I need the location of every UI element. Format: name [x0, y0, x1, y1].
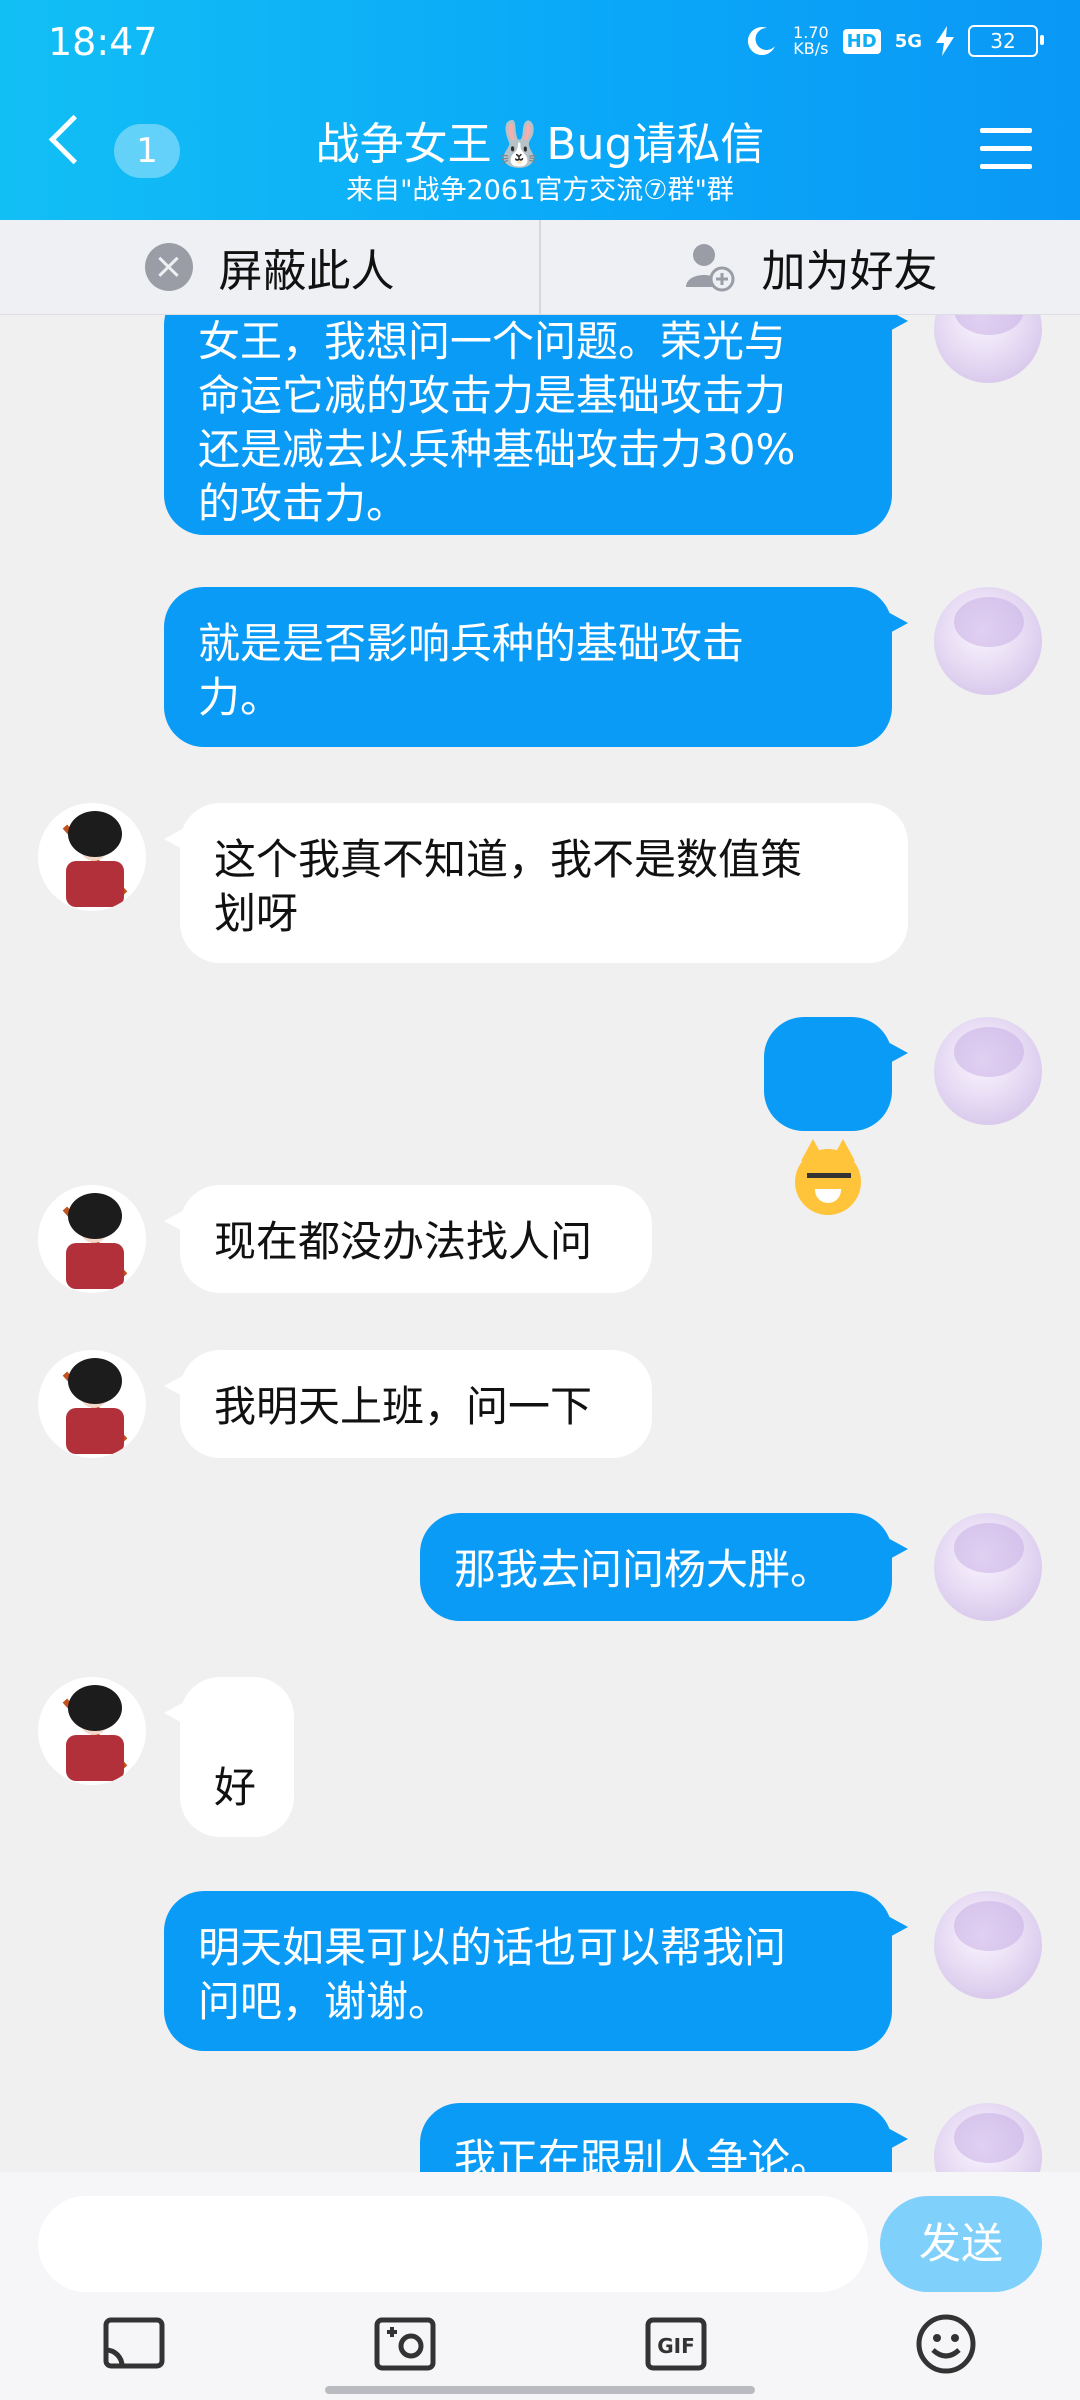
- avatar-me[interactable]: [934, 1513, 1042, 1621]
- photo-icon[interactable]: [373, 2312, 437, 2376]
- status-time: 18:47: [48, 20, 158, 64]
- block-user-label: 屏蔽此人: [218, 246, 395, 297]
- message-bubble-other[interactable]: 我明天上班，问一下: [164, 1350, 652, 1458]
- composer: 发送 GIF: [0, 2172, 1080, 2400]
- message-bubble-me[interactable]: 女王，我想问一个问题。荣光与 命运它减的攻击力是基础攻击力 还是减去以兵种基础攻…: [164, 315, 908, 535]
- avatar-me[interactable]: [934, 315, 1042, 383]
- composer-toolbar: GIF: [0, 2312, 1080, 2382]
- action-bar: 屏蔽此人 加为好友: [0, 220, 1080, 315]
- chat-title: 战争女王🐰Bug请私信: [315, 119, 765, 170]
- do-not-disturb-moon-icon: [747, 27, 776, 56]
- avatar-me[interactable]: [934, 587, 1042, 695]
- avatar-other[interactable]: [38, 1677, 146, 1785]
- gif-icon[interactable]: GIF: [644, 2312, 708, 2376]
- add-friend-button[interactable]: 加为好友: [539, 220, 1080, 314]
- emoji-icon[interactable]: [914, 2312, 978, 2376]
- svg-text:GIF: GIF: [657, 2334, 695, 2358]
- avatar-other[interactable]: [38, 803, 146, 911]
- message-list[interactable]: 女王，我想问一个问题。荣光与 命运它减的攻击力是基础攻击力 还是减去以兵种基础攻…: [0, 315, 1080, 2172]
- net-speed-unit: KB/s: [793, 39, 829, 58]
- hd-icon: HD: [842, 28, 881, 54]
- status-bar: 18:47 1.70 KB/s HD 5G 32: [0, 0, 1080, 80]
- add-friend-label: 加为好友: [761, 246, 938, 297]
- block-icon: [144, 243, 193, 291]
- status-indicators: 1.70 KB/s HD 5G 32: [745, 24, 1044, 58]
- screen-share-icon[interactable]: [102, 2312, 166, 2376]
- chat-header: 18:47 1.70 KB/s HD 5G 32 1 战争女王🐰Bug请私信 来…: [0, 0, 1080, 220]
- charging-bolt-icon: [936, 26, 954, 56]
- smug-cat-emoji-icon: [795, 1139, 861, 1215]
- message-bubble-me[interactable]: 那我去问问杨大胖。: [420, 1513, 908, 1621]
- chat-subtitle: 来自"战争2061官方交流⑦群"群: [346, 175, 734, 206]
- menu-icon[interactable]: [980, 128, 1032, 172]
- message-bubble-me[interactable]: 我正在跟别人争论。: [420, 2103, 908, 2172]
- avatar-other[interactable]: [38, 1185, 146, 1293]
- add-friend-icon: [685, 244, 734, 292]
- avatar-me[interactable]: [934, 2103, 1042, 2172]
- block-user-button[interactable]: 屏蔽此人: [0, 220, 539, 314]
- sticker-bubble[interactable]: [764, 1017, 908, 1215]
- avatar-other[interactable]: [38, 1350, 146, 1458]
- avatar-me[interactable]: [934, 1891, 1042, 1999]
- signal-5g-icon: 5G: [894, 30, 922, 52]
- home-indicator[interactable]: [325, 2386, 755, 2394]
- message-bubble-me[interactable]: 明天如果可以的话也可以帮我问 问吧，谢谢。: [164, 1891, 908, 2051]
- avatar-me[interactable]: [934, 1017, 1042, 1125]
- send-button[interactable]: 发送: [880, 2196, 1042, 2292]
- net-speed: 1.70 KB/s: [793, 25, 829, 57]
- message-bubble-me[interactable]: 就是是否影响兵种的基础攻击 力。: [164, 587, 908, 747]
- message-bubble-other[interactable]: 好: [164, 1677, 294, 1837]
- message-input[interactable]: [38, 2196, 868, 2292]
- message-bubble-other[interactable]: 现在都没办法找人问: [164, 1185, 652, 1293]
- battery-icon: 32: [968, 25, 1044, 57]
- message-bubble-other[interactable]: 这个我真不知道，我不是数值策 划呀: [164, 803, 908, 963]
